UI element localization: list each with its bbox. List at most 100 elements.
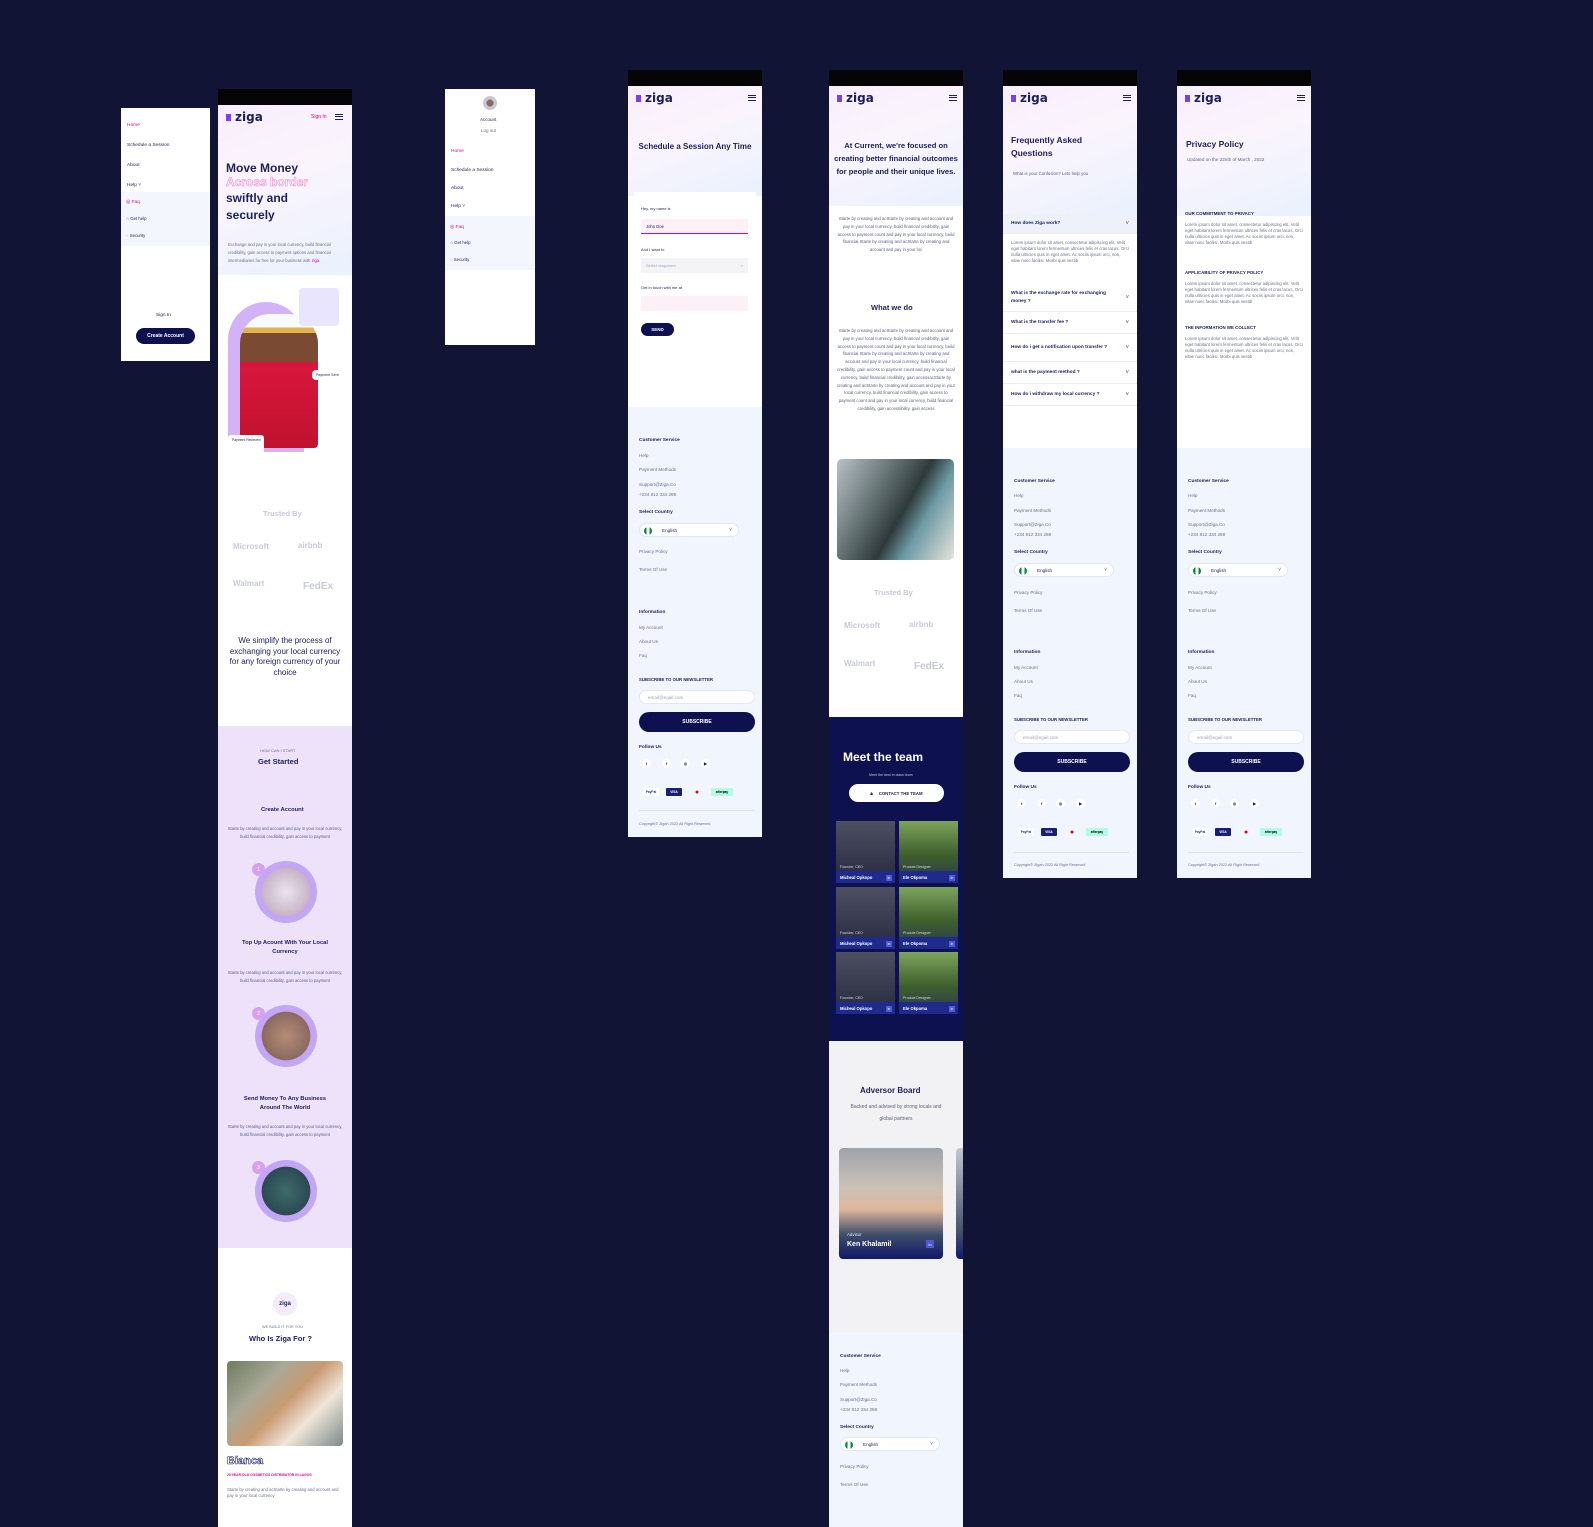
footer-help[interactable]: Help [840,1368,849,1373]
newsletter-email-input[interactable]: email@egail.com [639,690,755,704]
facebook-icon[interactable]: f [662,759,671,768]
footer-faq[interactable]: Faq [1014,693,1022,698]
logo[interactable]: ziga [1011,91,1048,105]
youtube-icon[interactable]: ▶ [1076,799,1085,808]
newsletter-email-input[interactable]: email@egail.com [1188,730,1304,744]
footer-payment-methods[interactable]: Payment Methods [639,467,676,472]
country-select[interactable]: English ˅ [1188,563,1288,577]
faq-question[interactable]: How do i get a notification upon transfe… [1003,334,1137,362]
footer-phone[interactable]: +234 812 334 288 [1014,532,1051,537]
instagram-icon[interactable]: ◎ [681,759,690,768]
menu2-schedule[interactable]: Schedule a Session [451,168,493,173]
footer-terms[interactable]: Terms Of Use [1188,608,1216,613]
submenu-get-help[interactable]: ∩ Get help [126,216,147,221]
logout-link[interactable]: Log out [481,128,496,133]
menu-sign-in[interactable]: Sign In [156,313,171,318]
name-input[interactable]: John Doe [641,219,748,234]
team-member-card[interactable]: Product Designer Ele Okpoma in [899,887,958,949]
team-member-card[interactable]: Product Designer Ele Okpoma in [899,821,958,883]
account-label[interactable]: Account [480,117,496,122]
submenu2-faq[interactable]: ◎ Faq [450,225,464,230]
footer-privacy[interactable]: Privacy Policy [639,549,668,554]
advisor-card[interactable]: Advisor Ken Khalamil in [839,1148,943,1259]
twitter-icon[interactable]: t [642,759,651,768]
contact-team-button[interactable]: 🔒︎ CONTACT THE TEAM [849,784,944,802]
menu-item-home[interactable]: Home [127,123,140,128]
submenu-faq[interactable]: ◎ Faq [126,200,140,205]
facebook-icon[interactable]: f [1037,799,1046,808]
footer-privacy[interactable]: Privacy Policy [840,1464,869,1469]
faq-question[interactable]: How do i withdraw my local currency ? ˅ [1003,384,1137,406]
advisor-card-next[interactable] [956,1148,963,1259]
menu2-about[interactable]: About [451,186,464,191]
footer-terms[interactable]: Terms Of Use [1014,608,1042,613]
linkedin-icon[interactable]: in [926,1240,934,1248]
send-button[interactable]: SEND [641,323,674,336]
faq-question[interactable]: what is the payment method ? ˅ [1003,362,1137,384]
linkedin-icon[interactable]: in [949,1005,955,1012]
footer-my-account[interactable]: My Account [1014,665,1038,670]
footer-payment-methods[interactable]: Payment Methods [1188,508,1225,513]
team-member-card[interactable]: Founder, CEO Micheal Opkopo in [836,952,895,1014]
linkedin-icon[interactable]: in [949,874,955,881]
faq-question[interactable]: What is the exchange rate for exchanging… [1003,284,1137,312]
footer-privacy[interactable]: Privacy Policy [1188,590,1217,595]
footer-payment-methods[interactable]: Payment Methods [840,1382,877,1387]
submenu2-security[interactable]: ◌ Security [450,257,469,262]
footer-terms[interactable]: Terms Of Use [840,1482,868,1487]
menu-item-help[interactable]: Help ˅ [127,183,141,188]
twitter-icon[interactable]: t [1191,799,1200,808]
footer-faq[interactable]: Faq [1188,693,1196,698]
menu2-help[interactable]: Help ˅ [451,204,465,209]
footer-about[interactable]: About Us [639,639,658,644]
menu-icon[interactable] [1297,95,1305,101]
footer-help[interactable]: Help [1188,493,1197,498]
footer-email[interactable]: Support@Ziga.Co [840,1397,877,1402]
footer-help[interactable]: Help [639,453,648,458]
faq-question[interactable]: What is the transfer fee ? ˅ [1003,312,1137,334]
submenu2-get-help[interactable]: ∩ Get help [450,240,471,245]
footer-email[interactable]: Support@Ziga.Co [639,482,676,487]
footer-privacy[interactable]: Privacy Policy [1014,590,1043,595]
menu2-home[interactable]: Home [451,149,464,154]
logo[interactable]: ziga [837,91,874,105]
footer-faq[interactable]: Faq [639,653,647,658]
team-member-card[interactable]: Product Designer Ele Okpoma in [899,952,958,1014]
logo[interactable]: ziga [226,110,263,124]
youtube-icon[interactable]: ▶ [701,759,710,768]
country-select[interactable]: English ˅ [1014,563,1114,577]
footer-phone[interactable]: +234 812 334 288 [639,492,676,497]
subscribe-button[interactable]: SUBSCRIBE [639,712,755,732]
header-sign-in[interactable]: Sign In [311,114,327,120]
footer-help[interactable]: Help [1014,493,1023,498]
subscribe-button[interactable]: SUBSCRIBE [1188,752,1304,772]
menu-item-about[interactable]: About [127,163,140,168]
twitter-icon[interactable]: t [1017,799,1026,808]
footer-payment-methods[interactable]: Payment Methods [1014,508,1051,513]
menu-icon[interactable] [949,95,957,101]
menu-icon[interactable] [335,114,343,120]
footer-email[interactable]: Support@Ziga.Co [1188,522,1225,527]
footer-my-account[interactable]: My Account [639,625,663,630]
instagram-icon[interactable]: ◎ [1056,799,1065,808]
menu-item-schedule[interactable]: Schedule a Session [127,143,169,148]
footer-about[interactable]: About Us [1014,679,1033,684]
newsletter-email-input[interactable]: email@egail.com [1014,730,1130,744]
footer-email[interactable]: Support@Ziga.Co [1014,522,1051,527]
team-member-card[interactable]: Founder, CEO Micheal Opkopo in [836,887,895,949]
country-select[interactable]: English ˅ [639,523,739,537]
logo[interactable]: ziga [636,91,673,105]
youtube-icon[interactable]: ▶ [1250,799,1259,808]
logo[interactable]: ziga [1185,91,1222,105]
team-member-card[interactable]: Founder, CEO Micheal Opkopo in [836,821,895,883]
instagram-icon[interactable]: ◎ [1230,799,1239,808]
footer-phone[interactable]: +234 812 334 288 [1188,532,1225,537]
footer-about[interactable]: About Us [1188,679,1207,684]
menu-icon[interactable] [1123,95,1131,101]
linkedin-icon[interactable]: in [886,940,892,947]
footer-phone[interactable]: +234 812 334 288 [840,1407,877,1412]
want-select[interactable]: Select dropdown ˅ [641,258,748,273]
facebook-icon[interactable]: f [1211,799,1220,808]
faq-question[interactable]: How does Ziga work? ˅ [1003,214,1137,234]
contact-input[interactable] [641,296,748,311]
